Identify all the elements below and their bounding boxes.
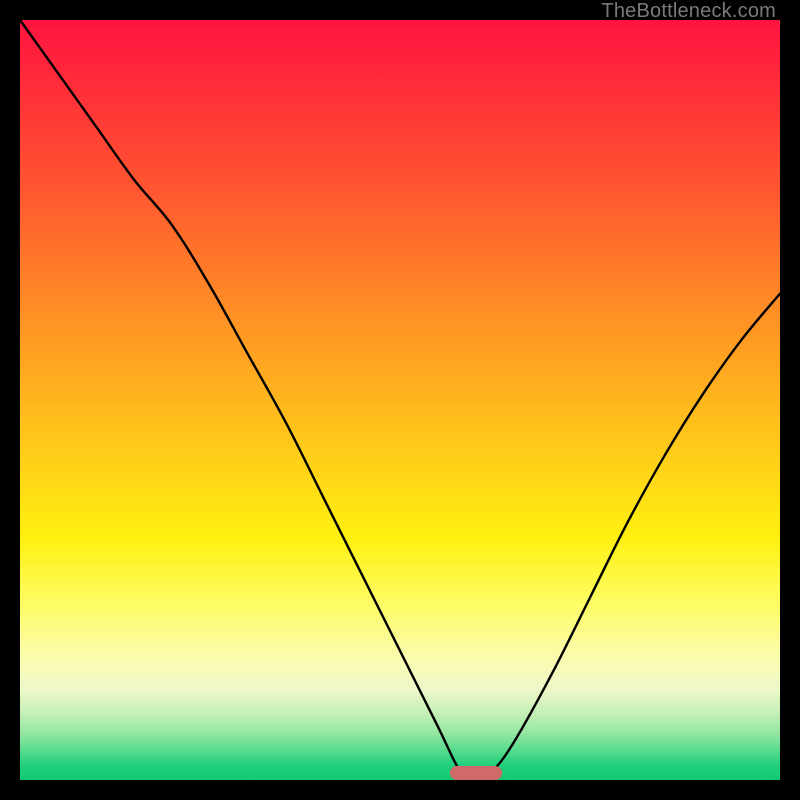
bottleneck-curve bbox=[20, 20, 780, 780]
minimum-marker bbox=[450, 766, 502, 780]
chart-overlay bbox=[20, 20, 780, 780]
plot-area bbox=[20, 20, 780, 780]
chart-frame: TheBottleneck.com bbox=[0, 0, 800, 800]
